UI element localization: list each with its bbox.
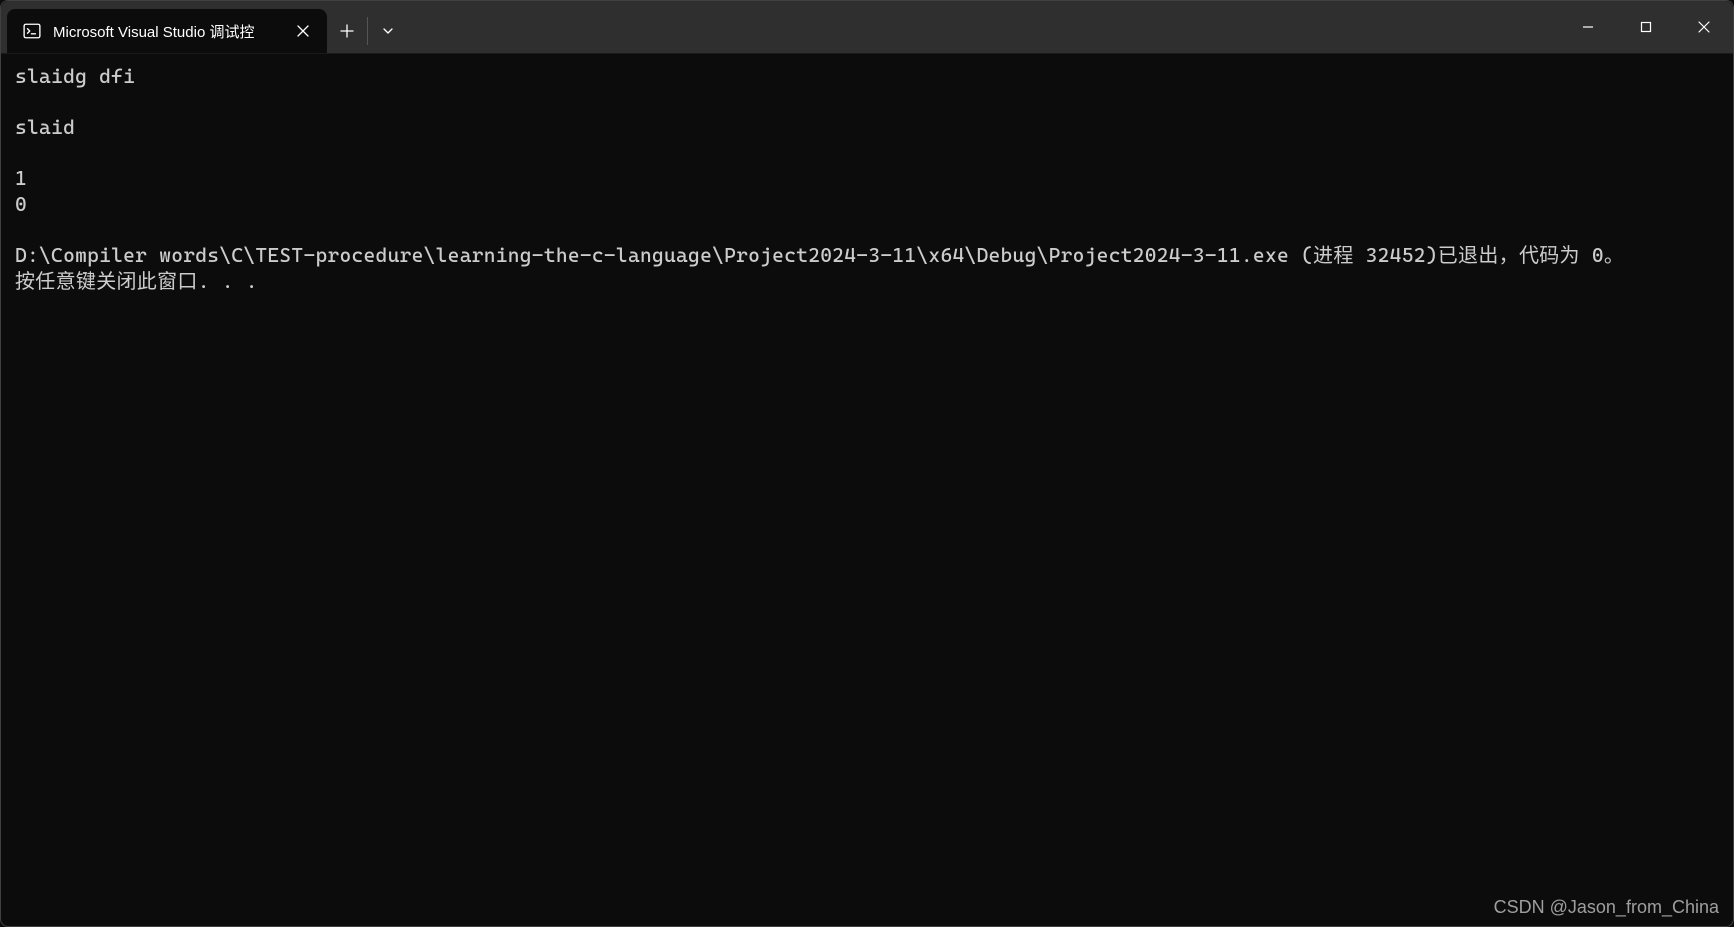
terminal-icon <box>23 22 41 40</box>
tab-dropdown-button[interactable] <box>368 9 408 53</box>
new-tab-button[interactable] <box>327 9 367 53</box>
tab-active[interactable]: Microsoft Visual Studio 调试控 <box>7 9 327 53</box>
titlebar: Microsoft Visual Studio 调试控 <box>1 1 1733 54</box>
maximize-button[interactable] <box>1617 1 1675 53</box>
tab-close-button[interactable] <box>293 21 313 41</box>
window-close-button[interactable] <box>1675 1 1733 53</box>
tab-title: Microsoft Visual Studio 调试控 <box>53 21 281 42</box>
titlebar-drag-area[interactable] <box>408 1 1559 53</box>
window-controls <box>1559 1 1733 53</box>
watermark-text: CSDN @Jason_from_China <box>1494 897 1719 918</box>
minimize-button[interactable] <box>1559 1 1617 53</box>
terminal-output[interactable]: slaidg dfi slaid 1 0 D:\Compiler words\C… <box>1 54 1733 304</box>
